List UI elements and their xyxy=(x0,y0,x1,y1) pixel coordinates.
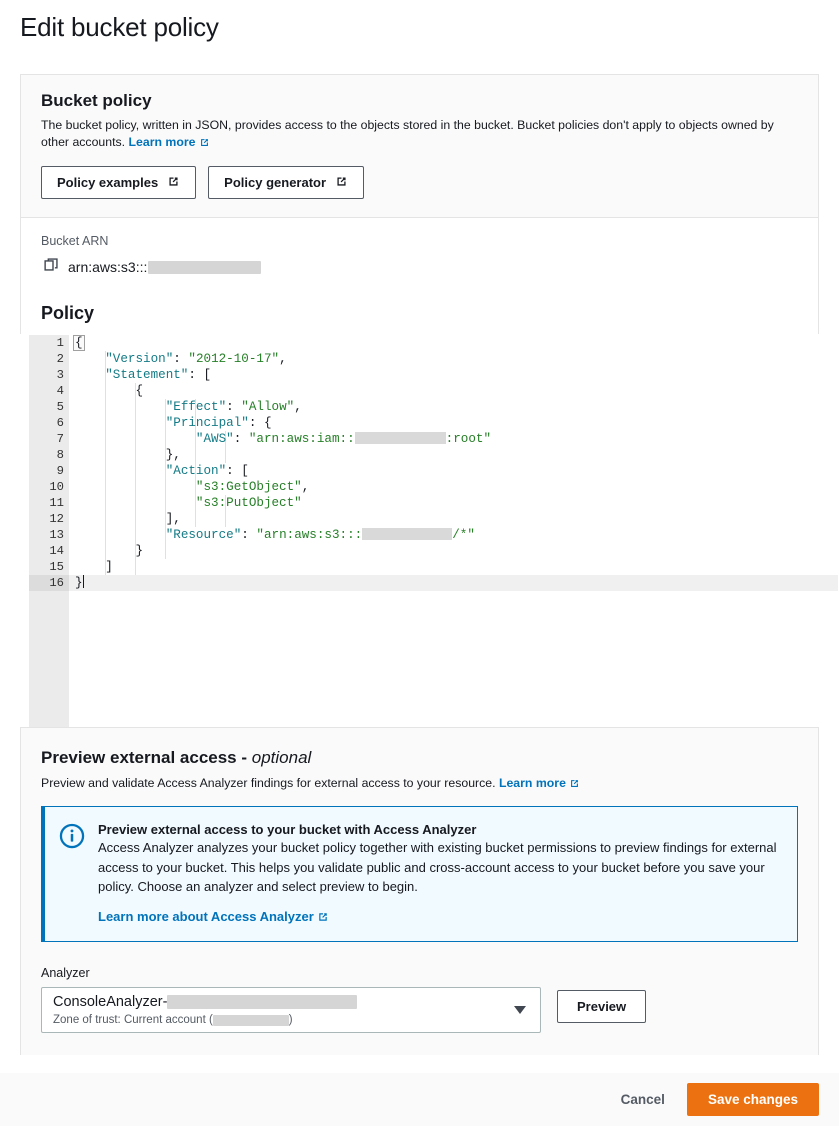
external-link-icon xyxy=(167,175,180,191)
code-line-9: "Action": [ xyxy=(69,463,838,479)
edit-bucket-policy-page: Edit bucket policy Bucket policy The buc… xyxy=(0,0,839,1126)
cancel-button[interactable]: Cancel xyxy=(611,1084,675,1115)
policy-label: Policy xyxy=(41,303,798,324)
zone-of-trust-suffix: ) xyxy=(289,1014,293,1026)
zone-of-trust-prefix: Zone of trust: Current account ( xyxy=(53,1014,213,1026)
analyzer-selected-prefix: ConsoleAnalyzer- xyxy=(53,994,167,1010)
alert-content: Preview external access to your bucket w… xyxy=(98,822,781,926)
learn-more-label: Learn more xyxy=(129,135,196,149)
editor-code-area[interactable]: { "Version": "2012-10-17", "Statement": … xyxy=(69,335,838,729)
preview-heading-main: Preview external access - xyxy=(41,748,252,767)
code-line-7: "AWS": "arn:aws:iam:::root" xyxy=(69,431,838,447)
code-line-12: ], xyxy=(69,511,838,527)
gutter-line: 8 xyxy=(29,447,69,463)
preview-learn-more-link[interactable]: Learn more xyxy=(499,776,580,790)
code-line-11: "s3:PutObject" xyxy=(69,495,838,511)
alert-link-label: Learn more about Access Analyzer xyxy=(98,909,314,924)
analyzer-zone-of-trust: Zone of trust: Current account () xyxy=(53,1013,500,1028)
analyzer-select[interactable]: ConsoleAnalyzer- Zone of trust: Current … xyxy=(41,987,541,1033)
bucket-policy-card-header: Bucket policy The bucket policy, written… xyxy=(21,75,818,218)
analyzer-selected-value: ConsoleAnalyzer- xyxy=(53,993,500,1012)
bucket-arn-label: Bucket ARN xyxy=(41,234,798,248)
policy-examples-label: Policy examples xyxy=(57,175,158,190)
policy-examples-button[interactable]: Policy examples xyxy=(41,166,196,199)
analyzer-name-redacted xyxy=(167,995,357,1009)
access-analyzer-learn-more-link[interactable]: Learn more about Access Analyzer xyxy=(98,909,329,924)
gutter-line: 1▼ xyxy=(29,335,69,351)
gutter-line: 2 xyxy=(29,351,69,367)
gutter-line: 15 xyxy=(29,559,69,575)
bucket-policy-heading: Bucket policy xyxy=(41,91,798,111)
code-line-16: } xyxy=(69,575,838,591)
external-link-icon xyxy=(335,175,348,191)
gutter-line: 5 xyxy=(29,399,69,415)
policy-generator-label: Policy generator xyxy=(224,175,326,190)
gutter-line: 12 xyxy=(29,511,69,527)
code-line-5: "Effect": "Allow", xyxy=(69,399,838,415)
info-icon xyxy=(59,823,85,926)
policy-generator-button[interactable]: Policy generator xyxy=(208,166,364,199)
code-line-3: "Statement": [ xyxy=(69,367,838,383)
alert-title: Preview external access to your bucket w… xyxy=(98,822,781,837)
preview-external-access-heading: Preview external access - optional xyxy=(41,748,798,768)
gutter-line: 11 xyxy=(29,495,69,511)
bucket-arn-row: arn:aws:s3::: xyxy=(41,257,798,277)
bucket-policy-card: Bucket policy The bucket policy, written… xyxy=(20,74,819,730)
code-line-15: ] xyxy=(69,559,838,575)
preview-button[interactable]: Preview xyxy=(557,990,646,1023)
code-line-14: } xyxy=(69,543,838,559)
policy-helper-buttons: Policy examples Policy generator xyxy=(41,166,798,199)
code-line-10: "s3:GetObject", xyxy=(69,479,838,495)
code-line-6: "Principal": { xyxy=(69,415,838,431)
gutter-line: 7 xyxy=(29,431,69,447)
bucket-policy-description: The bucket policy, written in JSON, prov… xyxy=(41,117,781,153)
policy-json-editor[interactable]: 1▼ 2 3▼ 4▼ 5 6▼ 7 8 9▼ 10 11 12 13 14 15… xyxy=(1,334,838,729)
gutter-line-active: 16 xyxy=(29,575,69,591)
gutter-line: 3▼ xyxy=(29,367,69,383)
editor-gutter: 1▼ 2 3▼ 4▼ 5 6▼ 7 8 9▼ 10 11 12 13 14 15… xyxy=(29,335,69,729)
code-line-13: "Resource": "arn:aws:s3:::/*" xyxy=(69,527,838,543)
preview-external-access-description: Preview and validate Access Analyzer fin… xyxy=(41,776,798,792)
code-line-1: { xyxy=(69,335,838,351)
bucket-arn-prefix: arn:aws:s3::: xyxy=(68,259,147,275)
gutter-line: 14 xyxy=(29,543,69,559)
external-link-icon xyxy=(569,778,580,792)
preview-description-text: Preview and validate Access Analyzer fin… xyxy=(41,776,496,790)
code-line-8: }, xyxy=(69,447,838,463)
bucket-name-redacted xyxy=(362,528,452,540)
gutter-line: 9▼ xyxy=(29,463,69,479)
code-line-4: { xyxy=(69,383,838,399)
preview-heading-optional: optional xyxy=(252,748,312,767)
external-link-icon xyxy=(199,136,210,153)
account-id-redacted xyxy=(355,432,446,444)
bucket-policy-learn-more-link[interactable]: Learn more xyxy=(129,135,210,149)
gutter-line: 4▼ xyxy=(29,383,69,399)
bucket-arn-redacted xyxy=(148,261,261,274)
page-title: Edit bucket policy xyxy=(20,12,219,43)
preview-external-access-section: Preview external access - optional Previ… xyxy=(20,727,819,1055)
access-analyzer-info-alert: Preview external access to your bucket w… xyxy=(41,806,798,942)
analyzer-row: Analyzer ConsoleAnalyzer- Zone of trust:… xyxy=(41,966,798,1033)
form-footer: Cancel Save changes xyxy=(0,1073,839,1126)
chevron-down-icon[interactable] xyxy=(514,1006,526,1014)
bucket-arn-value: arn:aws:s3::: xyxy=(68,259,261,275)
account-id-redacted xyxy=(213,1015,289,1026)
analyzer-field: Analyzer ConsoleAnalyzer- Zone of trust:… xyxy=(41,966,541,1033)
gutter-line: 13 xyxy=(29,527,69,543)
code-line-2: "Version": "2012-10-17", xyxy=(69,351,838,367)
learn-more-label: Learn more xyxy=(499,776,566,790)
text-caret xyxy=(83,575,84,588)
bucket-policy-card-body: Bucket ARN arn:aws:s3::: Policy xyxy=(21,218,818,324)
gutter-line: 10 xyxy=(29,479,69,495)
analyzer-label: Analyzer xyxy=(41,966,541,980)
alert-body: Access Analyzer analyzes your bucket pol… xyxy=(98,838,781,897)
external-link-icon xyxy=(317,911,329,926)
copy-icon[interactable] xyxy=(44,257,59,277)
save-changes-button[interactable]: Save changes xyxy=(687,1083,819,1116)
gutter-line: 6▼ xyxy=(29,415,69,431)
